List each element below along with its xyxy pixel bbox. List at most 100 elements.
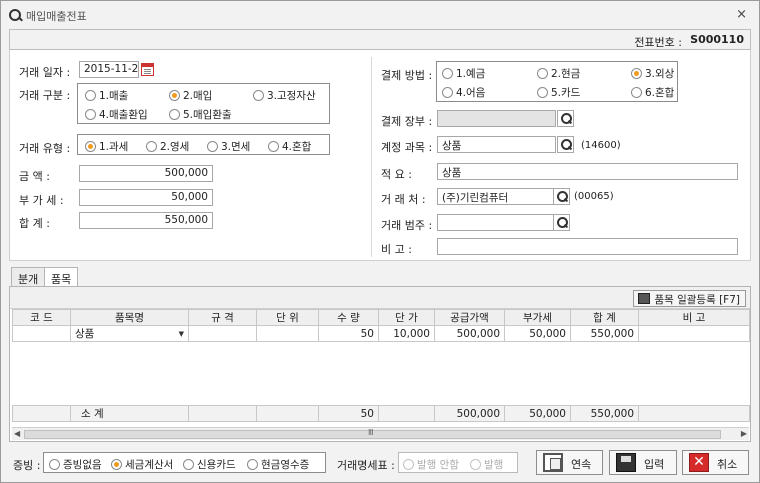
radio-trade-kind-3[interactable]: 3.면세	[207, 139, 250, 154]
account-field[interactable]: 상품	[437, 136, 556, 153]
radio-trade-type-5[interactable]: 5.매입환출	[169, 107, 232, 122]
cell-unit[interactable]	[256, 325, 319, 342]
partner-label: 거 래 처 :	[381, 193, 426, 206]
col-price[interactable]: 단 가	[378, 309, 435, 326]
scroll-right-icon[interactable]: ▶	[741, 429, 747, 438]
voucher-header: 전표번호 : S000110	[9, 29, 751, 50]
radio-trade-kind-1[interactable]: 1.과세	[85, 139, 128, 154]
horizontal-scrollbar[interactable]: ◀ Ⅲ ▶	[12, 427, 749, 440]
amount-field[interactable]: 500,000	[79, 165, 213, 182]
radio-icon	[631, 87, 642, 98]
summary-field[interactable]: 상품	[437, 163, 738, 180]
items-table: 코 드 품목명 규 격 단 위 수 량 단 가 공급가액 부가세 합 계 비 고…	[12, 309, 750, 422]
radio-trade-type-2[interactable]: 2.매입	[169, 88, 212, 103]
cell-vat[interactable]: 50,000	[504, 325, 571, 342]
partner-field[interactable]: (주)기린컴퓨터	[437, 188, 556, 205]
radio-label: 2.현금	[551, 68, 581, 80]
col-total[interactable]: 합 계	[570, 309, 639, 326]
col-spec[interactable]: 규 격	[188, 309, 257, 326]
col-code[interactable]: 코 드	[12, 309, 71, 326]
title-bar: 매입매출전표 ×	[1, 1, 759, 29]
radio-pay-4[interactable]: 4.어음	[442, 85, 485, 100]
radio-evidence-cash[interactable]: 현금영수증	[247, 457, 309, 472]
continue-label: 연속	[571, 458, 592, 471]
cell-supply[interactable]: 500,000	[434, 325, 505, 342]
radio-pay-3[interactable]: 3.외상	[631, 66, 674, 81]
bulk-register-button[interactable]: 품목 일괄등록 [F7]	[633, 290, 746, 307]
radio-label: 6.혼합	[645, 87, 675, 99]
radio-pay-1[interactable]: 1.예금	[442, 66, 485, 81]
continue-button[interactable]: 연속	[536, 450, 603, 475]
radio-pay-5[interactable]: 5.카드	[537, 85, 580, 100]
radio-trade-kind-2[interactable]: 2.영세	[146, 139, 189, 154]
cell-spec[interactable]	[188, 325, 257, 342]
calendar-icon[interactable]	[141, 63, 154, 76]
voucher-window: 매입매출전표 × 전표번호 : S000110 거래 일자 : 2015-11-…	[0, 0, 760, 483]
cell-code[interactable]	[12, 325, 71, 342]
memo-label: 비 고 :	[381, 243, 412, 256]
radio-trade-type-1[interactable]: 1.매출	[85, 88, 128, 103]
cell-note[interactable]	[638, 325, 750, 342]
grid-toolbar: 품목 일괄등록 [F7]	[10, 287, 750, 309]
account-search-icon[interactable]	[557, 136, 574, 153]
enter-label: 입력	[644, 458, 665, 471]
radio-evidence-none[interactable]: 증빙없음	[49, 457, 102, 472]
radio-label: 현금영수증	[261, 459, 310, 471]
col-unit[interactable]: 단 위	[256, 309, 319, 326]
col-vat[interactable]: 부가세	[504, 309, 571, 326]
vat-field[interactable]: 50,000	[79, 189, 213, 206]
table-row[interactable]: 상품 ▼ 50 10,000 500,000 50,000 550,000	[12, 325, 750, 342]
radio-selected-icon	[85, 141, 96, 152]
radio-icon	[403, 459, 414, 470]
memo-field[interactable]	[437, 238, 738, 255]
radio-icon	[442, 87, 453, 98]
radio-label: 2.영세	[160, 141, 190, 153]
col-item-name[interactable]: 품목명	[70, 309, 189, 326]
col-supply[interactable]: 공급가액	[434, 309, 505, 326]
col-qty[interactable]: 수 량	[318, 309, 379, 326]
payment-ledger-field[interactable]	[437, 110, 556, 127]
cell-total[interactable]: 550,000	[570, 325, 639, 342]
cancel-x-icon: ✕	[689, 453, 709, 472]
close-icon[interactable]: ×	[736, 7, 747, 22]
radio-trade-kind-4[interactable]: 4.혼합	[268, 139, 311, 154]
radio-icon	[268, 141, 279, 152]
radio-label: 4.매출환입	[99, 109, 148, 121]
radio-evidence-taxinvoice[interactable]: 세금계산서	[111, 457, 173, 472]
radio-pay-2[interactable]: 2.현금	[537, 66, 580, 81]
date-field[interactable]: 2015-11-20	[79, 61, 139, 78]
sum-code	[12, 405, 71, 422]
cell-qty[interactable]: 50	[318, 325, 379, 342]
scroll-left-icon[interactable]: ◀	[14, 429, 20, 438]
partner-search-icon[interactable]	[553, 188, 570, 205]
radio-icon	[470, 459, 481, 470]
radio-icon	[207, 141, 218, 152]
col-note[interactable]: 비 고	[638, 309, 750, 326]
radio-statement-no[interactable]: 발행 안함	[403, 457, 459, 472]
radio-trade-type-3[interactable]: 3.고정자산	[253, 88, 316, 103]
sum-note	[638, 405, 750, 422]
tab-journal[interactable]: 분개	[11, 267, 46, 286]
ledger-search-icon[interactable]	[557, 110, 574, 127]
category-search-icon[interactable]	[553, 214, 570, 231]
total-field[interactable]: 550,000	[79, 212, 213, 229]
cell-item-name[interactable]: 상품 ▼	[70, 325, 189, 342]
tab-items[interactable]: 품목	[44, 267, 79, 287]
radio-statement-yes[interactable]: 발행	[470, 457, 503, 472]
radio-icon	[85, 90, 96, 101]
sum-vat: 50,000	[504, 405, 571, 422]
dropdown-arrow-icon[interactable]: ▼	[179, 330, 184, 338]
total-label: 합 계 :	[19, 217, 50, 230]
radio-label: 신용카드	[197, 459, 236, 471]
radio-evidence-card[interactable]: 신용카드	[183, 457, 236, 472]
enter-button[interactable]: 입력	[609, 450, 677, 475]
category-field[interactable]	[437, 214, 556, 231]
radio-trade-type-4[interactable]: 4.매출환입	[85, 107, 148, 122]
radio-pay-6[interactable]: 6.혼합	[631, 85, 674, 100]
sum-price	[378, 405, 435, 422]
vat-label: 부 가 세 :	[19, 194, 64, 207]
statement-label: 거래명세표 :	[337, 459, 395, 472]
cell-price[interactable]: 10,000	[378, 325, 435, 342]
date-label: 거래 일자 :	[19, 66, 71, 79]
cancel-button[interactable]: ✕ 취소	[682, 450, 749, 475]
